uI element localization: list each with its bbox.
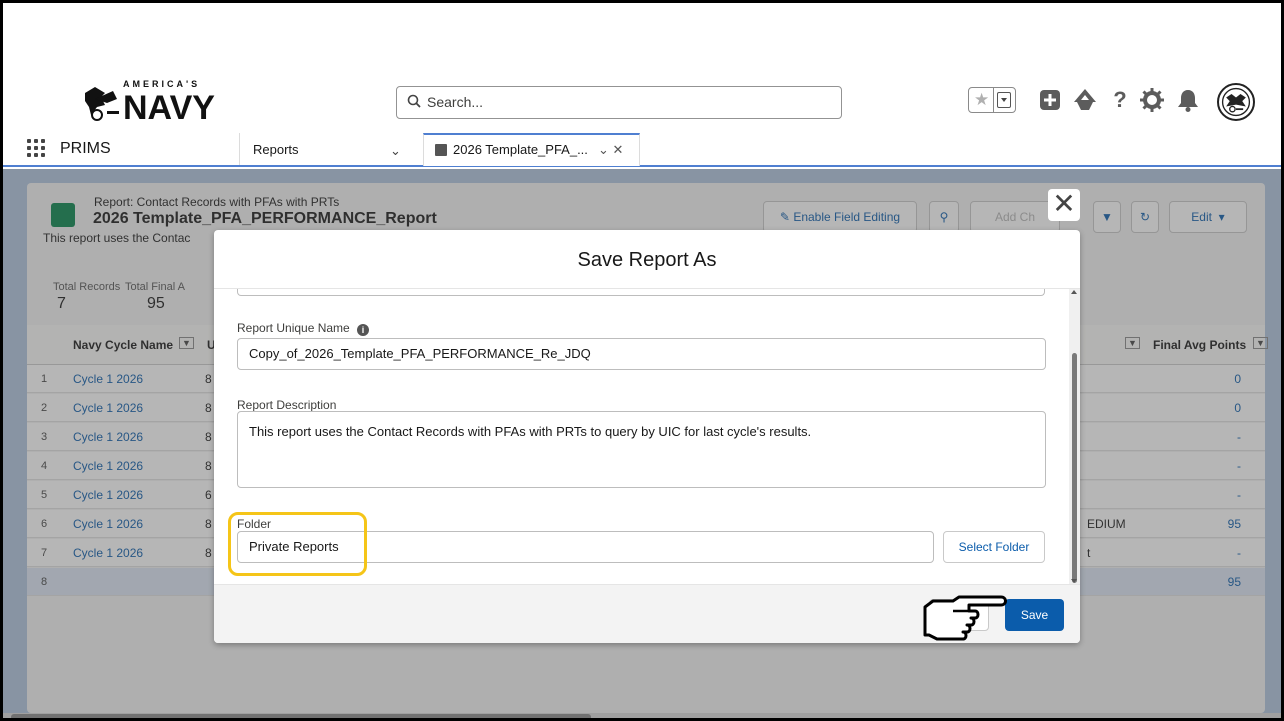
select-folder-button[interactable]: Select Folder (943, 531, 1045, 563)
save-report-modal: Save Report As Report Unique Name i Copy… (214, 230, 1080, 643)
modal-title: Save Report As (577, 249, 717, 271)
report-name-field[interactable] (237, 289, 1045, 296)
navy-logo: AMERICA'S NAVY (85, 79, 215, 123)
chevron-down-icon[interactable]: ⌄ (390, 143, 401, 159)
bell-icon[interactable] (1174, 86, 1202, 114)
app-launcher-icon[interactable] (27, 139, 47, 159)
help-icon[interactable]: ? (1106, 86, 1134, 114)
unique-name-input[interactable]: Copy_of_2026_Template_PFA_PERFORMANCE_Re… (237, 338, 1046, 370)
close-icon[interactable]: ✕ (1048, 189, 1080, 221)
navy-emblem-avatar[interactable] (1217, 83, 1255, 121)
unique-name-label: Report Unique Name (237, 321, 350, 335)
folder-highlight-box (228, 512, 367, 576)
nav-item-reports[interactable]: Reports (253, 142, 299, 157)
pointing-hand-icon (923, 595, 1007, 641)
trailhead-icon[interactable] (1071, 86, 1099, 114)
favorites-divider (993, 88, 994, 112)
favorites-menu-icon[interactable] (997, 92, 1011, 108)
description-textarea[interactable]: This report uses the Contact Records wit… (237, 411, 1046, 488)
global-header: AMERICA'S NAVY Search... ★ ? (3, 3, 1281, 133)
favorites-button[interactable]: ★ (968, 87, 1016, 113)
modal-scrollbar[interactable] (1069, 289, 1080, 584)
scroll-up-icon[interactable] (1071, 290, 1077, 294)
description-label: Report Description (237, 398, 337, 412)
app-name: PRIMS (60, 140, 111, 157)
scroll-down-icon[interactable] (1071, 579, 1077, 583)
global-search[interactable]: Search... (396, 86, 842, 119)
tab-label: 2026 Template_PFA_... (453, 142, 588, 157)
app-navigation-bar: PRIMS Reports ⌄ 2026 Template_PFA_... ⌄ … (3, 133, 1281, 167)
star-icon: ★ (974, 90, 990, 109)
tab-close-icon[interactable]: ⌄ ✕ (598, 142, 623, 158)
search-icon (407, 94, 421, 108)
save-button[interactable]: Save (1005, 599, 1064, 631)
info-icon[interactable]: i (357, 324, 369, 336)
search-placeholder: Search... (427, 94, 484, 110)
plus-icon[interactable] (1036, 86, 1064, 114)
modal-header: Save Report As (214, 230, 1080, 289)
gear-icon[interactable] (1138, 86, 1166, 114)
scrollbar-thumb[interactable] (1072, 353, 1077, 583)
tab-report[interactable]: 2026 Template_PFA_... ⌄ ✕ (423, 133, 640, 166)
header-utility-icons: ★ ? (968, 83, 1263, 121)
report-icon (435, 144, 447, 156)
svg-text:AMERICA'S: AMERICA'S (123, 79, 200, 89)
svg-text:NAVY: NAVY (123, 89, 215, 123)
screen-frame: AMERICA'S NAVY Search... ★ ? PRIMS Repor… (0, 0, 1284, 721)
nav-divider (239, 133, 240, 165)
